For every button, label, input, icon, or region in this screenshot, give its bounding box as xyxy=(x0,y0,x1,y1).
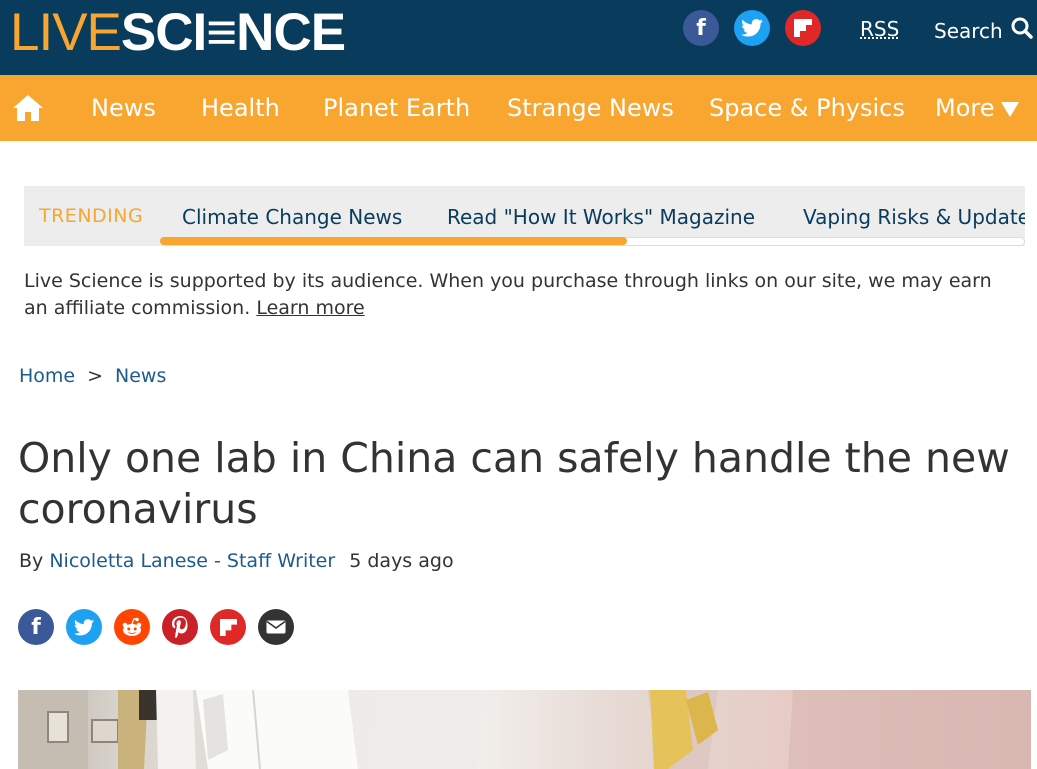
nav-more[interactable]: More xyxy=(935,94,1019,122)
nav-news[interactable]: News xyxy=(91,94,156,122)
main-nav: News Health Planet Earth Strange News Sp… xyxy=(0,75,1037,141)
publish-date: 5 days ago xyxy=(349,550,454,572)
trending-bar: TRENDING Climate Change News Read "How I… xyxy=(24,186,1025,246)
pinterest-icon[interactable] xyxy=(162,609,198,645)
trending-label: TRENDING xyxy=(39,205,144,227)
search-label: Search xyxy=(934,18,1003,43)
search-icon xyxy=(1011,17,1033,44)
trending-item[interactable]: Climate Change News xyxy=(182,205,402,229)
site-logo[interactable]: LIVESCI≡NCE xyxy=(10,6,346,59)
affiliate-disclaimer: Live Science is supported by its audienc… xyxy=(24,268,1004,322)
logo-live: LIVE xyxy=(10,3,122,62)
breadcrumb: Home > News xyxy=(19,365,166,387)
nav-strange-news[interactable]: Strange News xyxy=(507,94,674,122)
reddit-icon[interactable] xyxy=(114,609,150,645)
home-icon[interactable] xyxy=(12,94,44,122)
twitter-icon[interactable] xyxy=(734,10,770,46)
trending-scrollbar-thumb[interactable] xyxy=(160,237,627,245)
trending-item[interactable]: Vaping Risks & Update xyxy=(803,205,1025,229)
article-byline: By Nicoletta Lanese - Staff Writer 5 day… xyxy=(19,550,454,572)
twitter-icon[interactable] xyxy=(66,609,102,645)
facebook-icon[interactable]: f xyxy=(18,609,54,645)
nav-health[interactable]: Health xyxy=(201,94,280,122)
byline-by: By xyxy=(19,550,44,572)
email-icon[interactable] xyxy=(258,609,294,645)
site-header: LIVESCI≡NCE f RSS Search xyxy=(0,0,1037,75)
disclaimer-text: Live Science is supported by its audienc… xyxy=(24,270,992,319)
nav-more-label: More xyxy=(935,94,995,122)
chevron-down-icon xyxy=(1000,101,1019,117)
flipboard-icon[interactable] xyxy=(210,609,246,645)
rss-link[interactable]: RSS xyxy=(860,17,899,41)
facebook-icon[interactable]: f xyxy=(683,10,719,46)
nav-space-physics[interactable]: Space & Physics xyxy=(709,94,905,122)
trending-item[interactable]: Read "How It Works" Magazine xyxy=(447,205,755,229)
article-title: Only one lab in China can safely handle … xyxy=(18,434,1010,533)
logo-science: SCI≡NCE xyxy=(120,3,346,62)
breadcrumb-home[interactable]: Home xyxy=(19,365,75,387)
author-link[interactable]: Nicoletta Lanese - Staff Writer xyxy=(49,550,335,572)
breadcrumb-news[interactable]: News xyxy=(115,365,166,387)
article-hero-image xyxy=(18,690,1031,769)
learn-more-link[interactable]: Learn more xyxy=(256,297,364,319)
breadcrumb-separator: > xyxy=(87,365,104,387)
search-button[interactable]: Search xyxy=(934,17,1033,44)
flipboard-icon[interactable] xyxy=(785,10,821,46)
nav-planet-earth[interactable]: Planet Earth xyxy=(323,94,470,122)
